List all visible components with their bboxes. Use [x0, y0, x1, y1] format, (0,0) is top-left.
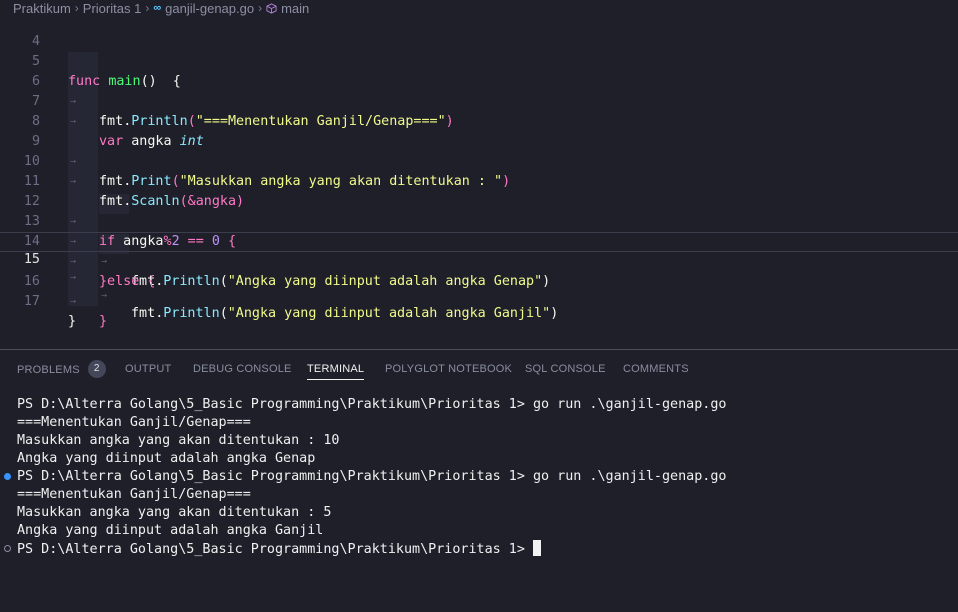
command-pending-dot-icon[interactable]: [4, 545, 11, 552]
code-line: 10 → fmt.Scanln(&angka): [0, 132, 958, 209]
tab-terminal[interactable]: TERMINAL: [307, 362, 365, 380]
code-line: 9 → fmt.Print("Masukkan angka yang akan …: [0, 112, 958, 189]
tab-polyglot-notebook[interactable]: POLYGLOT NOTEBOOK: [385, 362, 512, 382]
tab-output[interactable]: OUTPUT: [125, 362, 171, 382]
problems-count-badge: 2: [87, 360, 106, 378]
token-paren: (: [219, 306, 228, 321]
code-line: 11: [0, 152, 958, 189]
tab-debug-console[interactable]: DEBUG CONSOLE: [193, 362, 292, 382]
token-brace: }: [68, 314, 77, 329]
terminal-line: Masukkan angka yang akan ditentukan : 10: [17, 433, 340, 448]
token-package: fmt: [131, 306, 156, 321]
code-editor[interactable]: 4 5 func main() { 6 → fmt.Println("===Me…: [0, 16, 958, 350]
code-line: 17 }: [0, 272, 958, 329]
terminal-line: ===Menentukan Ganjil/Genap===: [17, 487, 251, 502]
code-line: 4: [0, 12, 958, 49]
token-string: "Angka yang diinput adalah angka Ganjil": [227, 306, 551, 321]
line-number: 17: [23, 294, 40, 309]
code-line-current: 15 → → fmt.Println("Angka yang diinput a…: [0, 232, 958, 321]
panel-tabs: PROBLEMS 2 OUTPUT DEBUG CONSOLE TERMINAL …: [0, 350, 958, 388]
code-line: 6 → fmt.Println("===Menentukan Ganjil/Ge…: [0, 52, 958, 129]
terminal-line: ===Menentukan Ganjil/Genap===: [17, 415, 251, 430]
code-line: 14 → }else {: [0, 212, 958, 289]
code-line: 13 → → fmt.Println("Angka yang diinput a…: [0, 192, 958, 289]
terminal-line: Angka yang diinput adalah angka Genap: [17, 451, 316, 466]
token-method: Println: [163, 306, 220, 321]
bottom-panel: PROBLEMS 2 OUTPUT DEBUG CONSOLE TERMINAL …: [0, 350, 958, 612]
command-success-dot-icon[interactable]: [4, 473, 11, 480]
code-line: 5 func main() {: [0, 32, 958, 89]
code-line: 16 → }: [0, 252, 958, 329]
code-line: 8: [0, 92, 958, 129]
tab-comments[interactable]: COMMENTS: [623, 362, 689, 382]
terminal-line: PS D:\Alterra Golang\5_Basic Programming…: [17, 397, 727, 412]
token-brace: }: [99, 314, 108, 329]
tab-sql-console[interactable]: SQL CONSOLE: [525, 362, 606, 382]
code-line: 12 → if angka%2 == 0 {: [0, 172, 958, 249]
terminal-cursor: [532, 540, 541, 556]
code-line: 7 → var angka int: [0, 72, 958, 149]
terminal-prompt-line: PS D:\Alterra Golang\5_Basic Programming…: [17, 540, 541, 558]
tab-problems-label: PROBLEMS: [17, 364, 80, 376]
terminal-line: Masukkan angka yang akan ditentukan : 5: [17, 505, 332, 520]
terminal-prompt: PS D:\Alterra Golang\5_Basic Programming…: [17, 542, 525, 557]
terminal-line: Angka yang diinput adalah angka Ganjil: [17, 523, 324, 538]
tab-arrow-icon: →: [70, 296, 77, 307]
token-paren: ): [550, 306, 559, 321]
terminal-line: PS D:\Alterra Golang\5_Basic Programming…: [17, 469, 727, 484]
tab-problems[interactable]: PROBLEMS 2: [17, 360, 106, 382]
